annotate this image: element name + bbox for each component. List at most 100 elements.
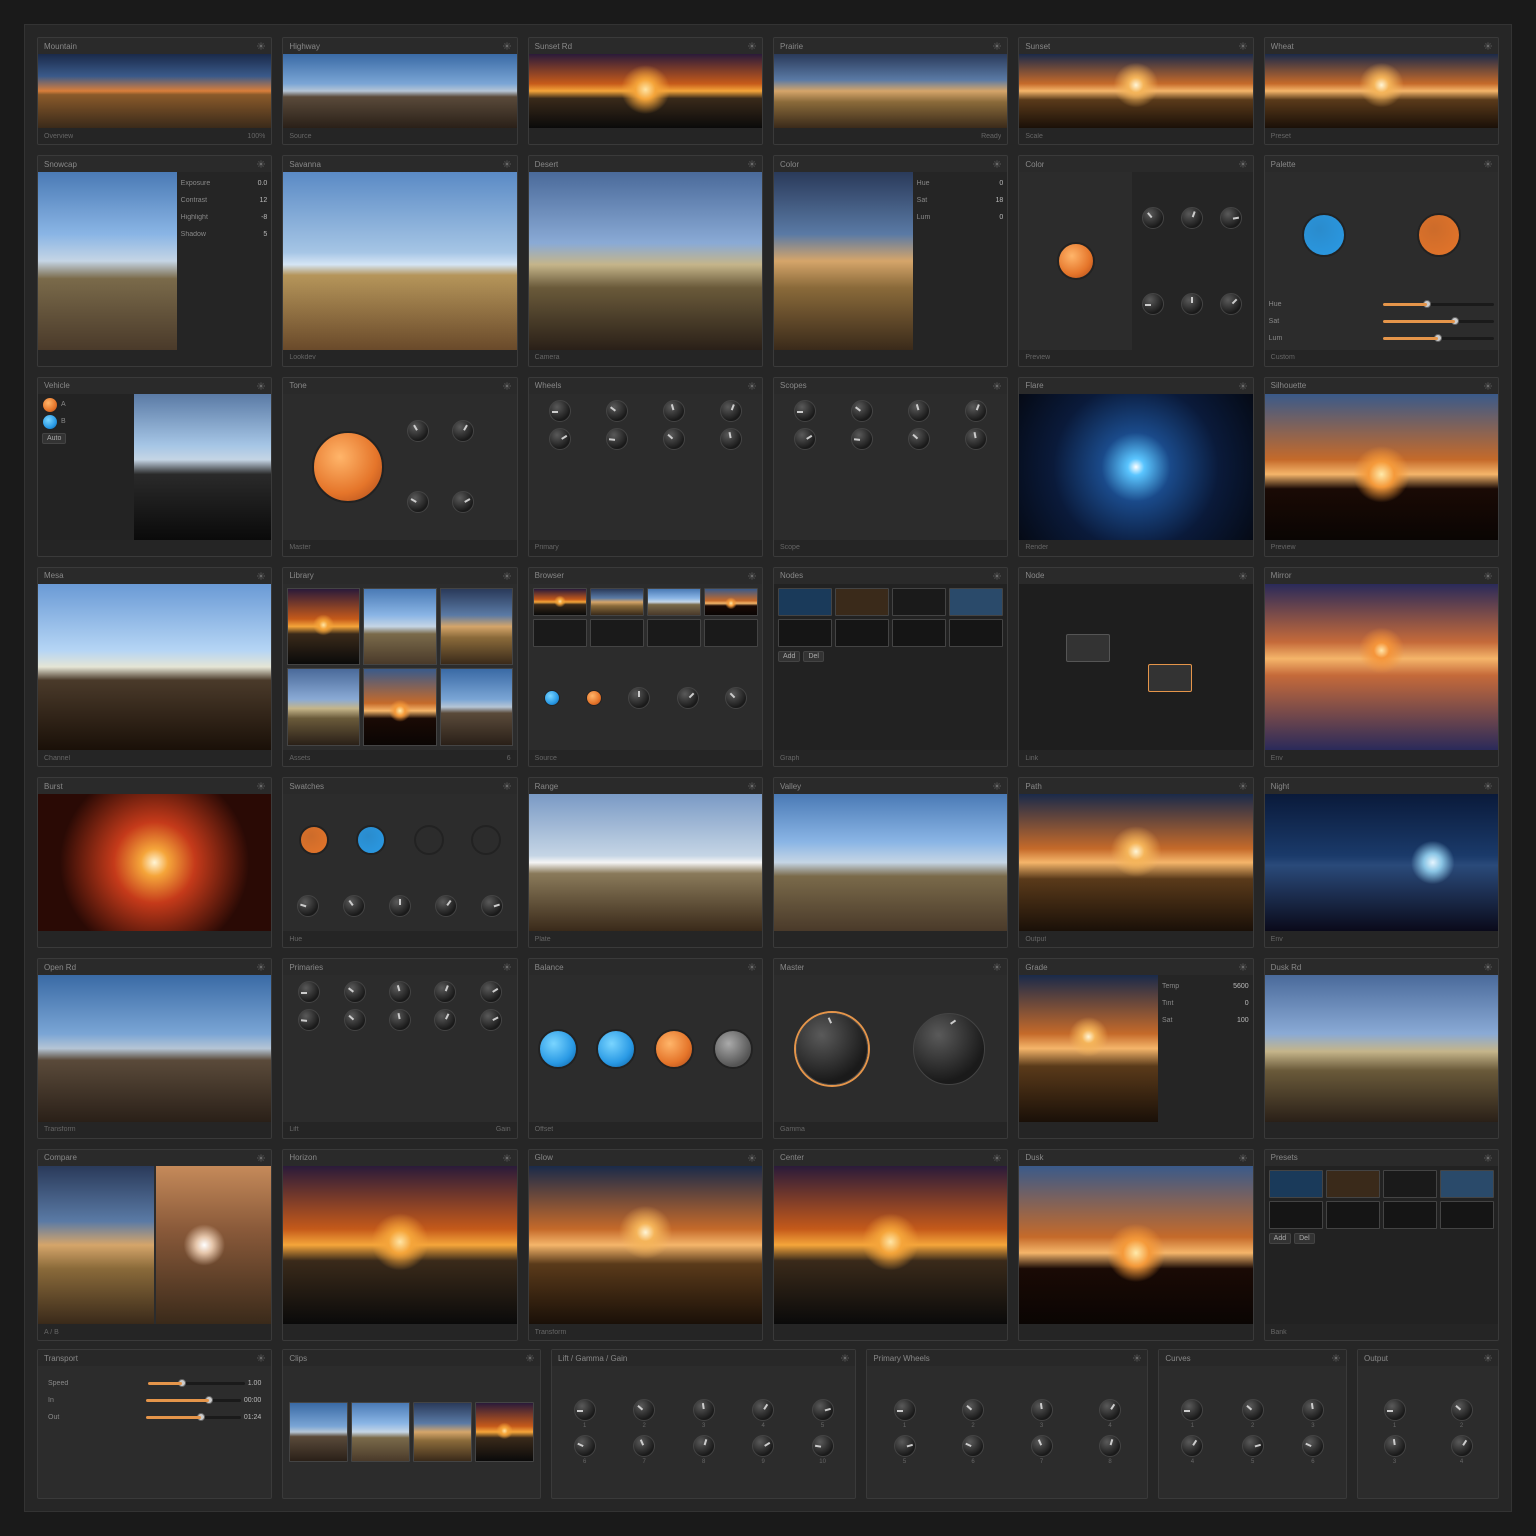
preset-tile[interactable]: WheatPreset xyxy=(1264,37,1499,145)
preset-tile[interactable]: BalanceOffset xyxy=(528,958,763,1138)
knob[interactable] xyxy=(343,895,365,917)
preset-tile[interactable]: Center xyxy=(773,1149,1008,1341)
add-button[interactable]: Add xyxy=(1269,1233,1291,1244)
knob[interactable] xyxy=(962,1399,984,1421)
preset-tile[interactable]: ToneMaster xyxy=(282,377,517,557)
tile-body[interactable] xyxy=(529,584,762,750)
preset-tile[interactable]: ColorHue0Sat18Lum0 xyxy=(773,155,1008,366)
preset-tile[interactable]: Open RdTransform xyxy=(37,958,272,1138)
knob[interactable] xyxy=(633,1435,655,1457)
preset-tile[interactable]: PresetsAddDelBank xyxy=(1264,1149,1499,1341)
knob[interactable] xyxy=(1031,1399,1053,1421)
node-thumb[interactable] xyxy=(892,619,946,647)
preset-tile[interactable]: ColorPreview xyxy=(1018,155,1253,366)
slider-lum[interactable] xyxy=(1383,337,1494,340)
node-thumb[interactable] xyxy=(835,588,889,616)
wheel-offset[interactable] xyxy=(713,1029,753,1069)
knob[interactable] xyxy=(1142,293,1164,315)
tile-body[interactable] xyxy=(1265,394,1498,540)
node-thumb[interactable] xyxy=(835,619,889,647)
knob[interactable] xyxy=(908,400,930,422)
knob[interactable] xyxy=(452,420,474,442)
knob[interactable] xyxy=(962,1435,984,1457)
preset-tile[interactable]: Dusk Rd xyxy=(1264,958,1499,1138)
knob[interactable] xyxy=(908,428,930,450)
preset-tile[interactable]: NodesAddDelGraph xyxy=(773,567,1008,767)
node-thumb[interactable] xyxy=(1440,1170,1494,1198)
knob[interactable] xyxy=(389,895,411,917)
knob[interactable] xyxy=(794,400,816,422)
preset-tile[interactable]: SnowcapExposure0.0Contrast12Highlight-8S… xyxy=(37,155,272,366)
knob[interactable] xyxy=(1220,207,1242,229)
knob[interactable] xyxy=(725,687,747,709)
knob[interactable] xyxy=(720,428,742,450)
tile-body[interactable] xyxy=(774,54,1007,128)
preset-tile[interactable]: RangePlate xyxy=(528,777,763,948)
preset-tile[interactable]: GlowTransform xyxy=(528,1149,763,1341)
asset-thumb[interactable] xyxy=(287,668,360,746)
tile-body[interactable] xyxy=(774,1166,1007,1324)
tile-body[interactable]: HueSatLum xyxy=(1265,172,1498,349)
tile-body[interactable] xyxy=(283,172,516,349)
knob[interactable] xyxy=(1451,1435,1473,1457)
preset-tile[interactable]: MountainOverview100% xyxy=(37,37,272,145)
preset-tile[interactable]: BrowserSource xyxy=(528,567,763,767)
preset-tile[interactable]: Valley xyxy=(773,777,1008,948)
knob[interactable] xyxy=(1242,1399,1264,1421)
tile-body[interactable] xyxy=(1019,1166,1252,1324)
preset-tile[interactable]: LibraryAssets6 xyxy=(282,567,517,767)
knob[interactable] xyxy=(606,428,628,450)
preset-tile[interactable]: SavannaLookdev xyxy=(282,155,517,366)
wheel-high[interactable] xyxy=(654,1029,694,1069)
clip[interactable] xyxy=(413,1402,472,1462)
node-thumb[interactable] xyxy=(1383,1201,1437,1229)
slider-hue[interactable] xyxy=(1383,303,1494,306)
empty-slot[interactable] xyxy=(590,619,644,647)
knob[interactable] xyxy=(1220,293,1242,315)
knob[interactable] xyxy=(894,1435,916,1457)
knob[interactable] xyxy=(752,1399,774,1421)
node-thumb[interactable] xyxy=(1383,1170,1437,1198)
node-thumb[interactable] xyxy=(778,588,832,616)
clip-thumb[interactable] xyxy=(590,588,644,616)
preset-tile[interactable]: CompareA / B xyxy=(37,1149,272,1341)
knob[interactable] xyxy=(389,981,411,1003)
palette-swatch[interactable] xyxy=(1302,213,1346,257)
tile-body[interactable] xyxy=(1265,794,1498,931)
wheel-mid[interactable] xyxy=(596,1029,636,1069)
node-thumb[interactable] xyxy=(1269,1170,1323,1198)
del-button[interactable]: Del xyxy=(1294,1233,1315,1244)
knob[interactable] xyxy=(606,400,628,422)
tile-body[interactable] xyxy=(1265,54,1498,128)
knob[interactable] xyxy=(298,1009,320,1031)
knob[interactable] xyxy=(1242,1435,1264,1457)
tile-body[interactable] xyxy=(38,54,271,128)
dot[interactable] xyxy=(544,690,560,706)
empty-slot[interactable] xyxy=(704,619,758,647)
tile-body[interactable]: AddDel xyxy=(774,584,1007,750)
node-thumb[interactable] xyxy=(892,588,946,616)
clip-thumb[interactable] xyxy=(647,588,701,616)
tile-body[interactable] xyxy=(529,975,762,1121)
tile-body[interactable] xyxy=(774,975,1007,1121)
knob[interactable] xyxy=(965,428,987,450)
preset-tile[interactable]: NightEnv xyxy=(1264,777,1499,948)
tile-body[interactable] xyxy=(774,794,1007,931)
knob[interactable] xyxy=(693,1399,715,1421)
knob[interactable] xyxy=(407,420,429,442)
dot[interactable] xyxy=(42,397,58,413)
node-selected[interactable] xyxy=(1148,664,1192,692)
tile-body[interactable] xyxy=(283,1166,516,1324)
add-button[interactable]: Add xyxy=(778,651,800,662)
knob[interactable] xyxy=(574,1399,596,1421)
knob[interactable] xyxy=(663,400,685,422)
preset-tile[interactable]: PaletteHueSatLumCustom xyxy=(1264,155,1499,366)
dot[interactable] xyxy=(42,414,58,430)
preset-tile[interactable]: PrairieReady xyxy=(773,37,1008,145)
knob[interactable] xyxy=(1181,207,1203,229)
knob[interactable] xyxy=(1099,1399,1121,1421)
preset-tile[interactable]: SunsetScale xyxy=(1018,37,1253,145)
knob[interactable] xyxy=(549,400,571,422)
tile-body[interactable] xyxy=(283,54,516,128)
color-dot[interactable] xyxy=(1057,242,1095,280)
